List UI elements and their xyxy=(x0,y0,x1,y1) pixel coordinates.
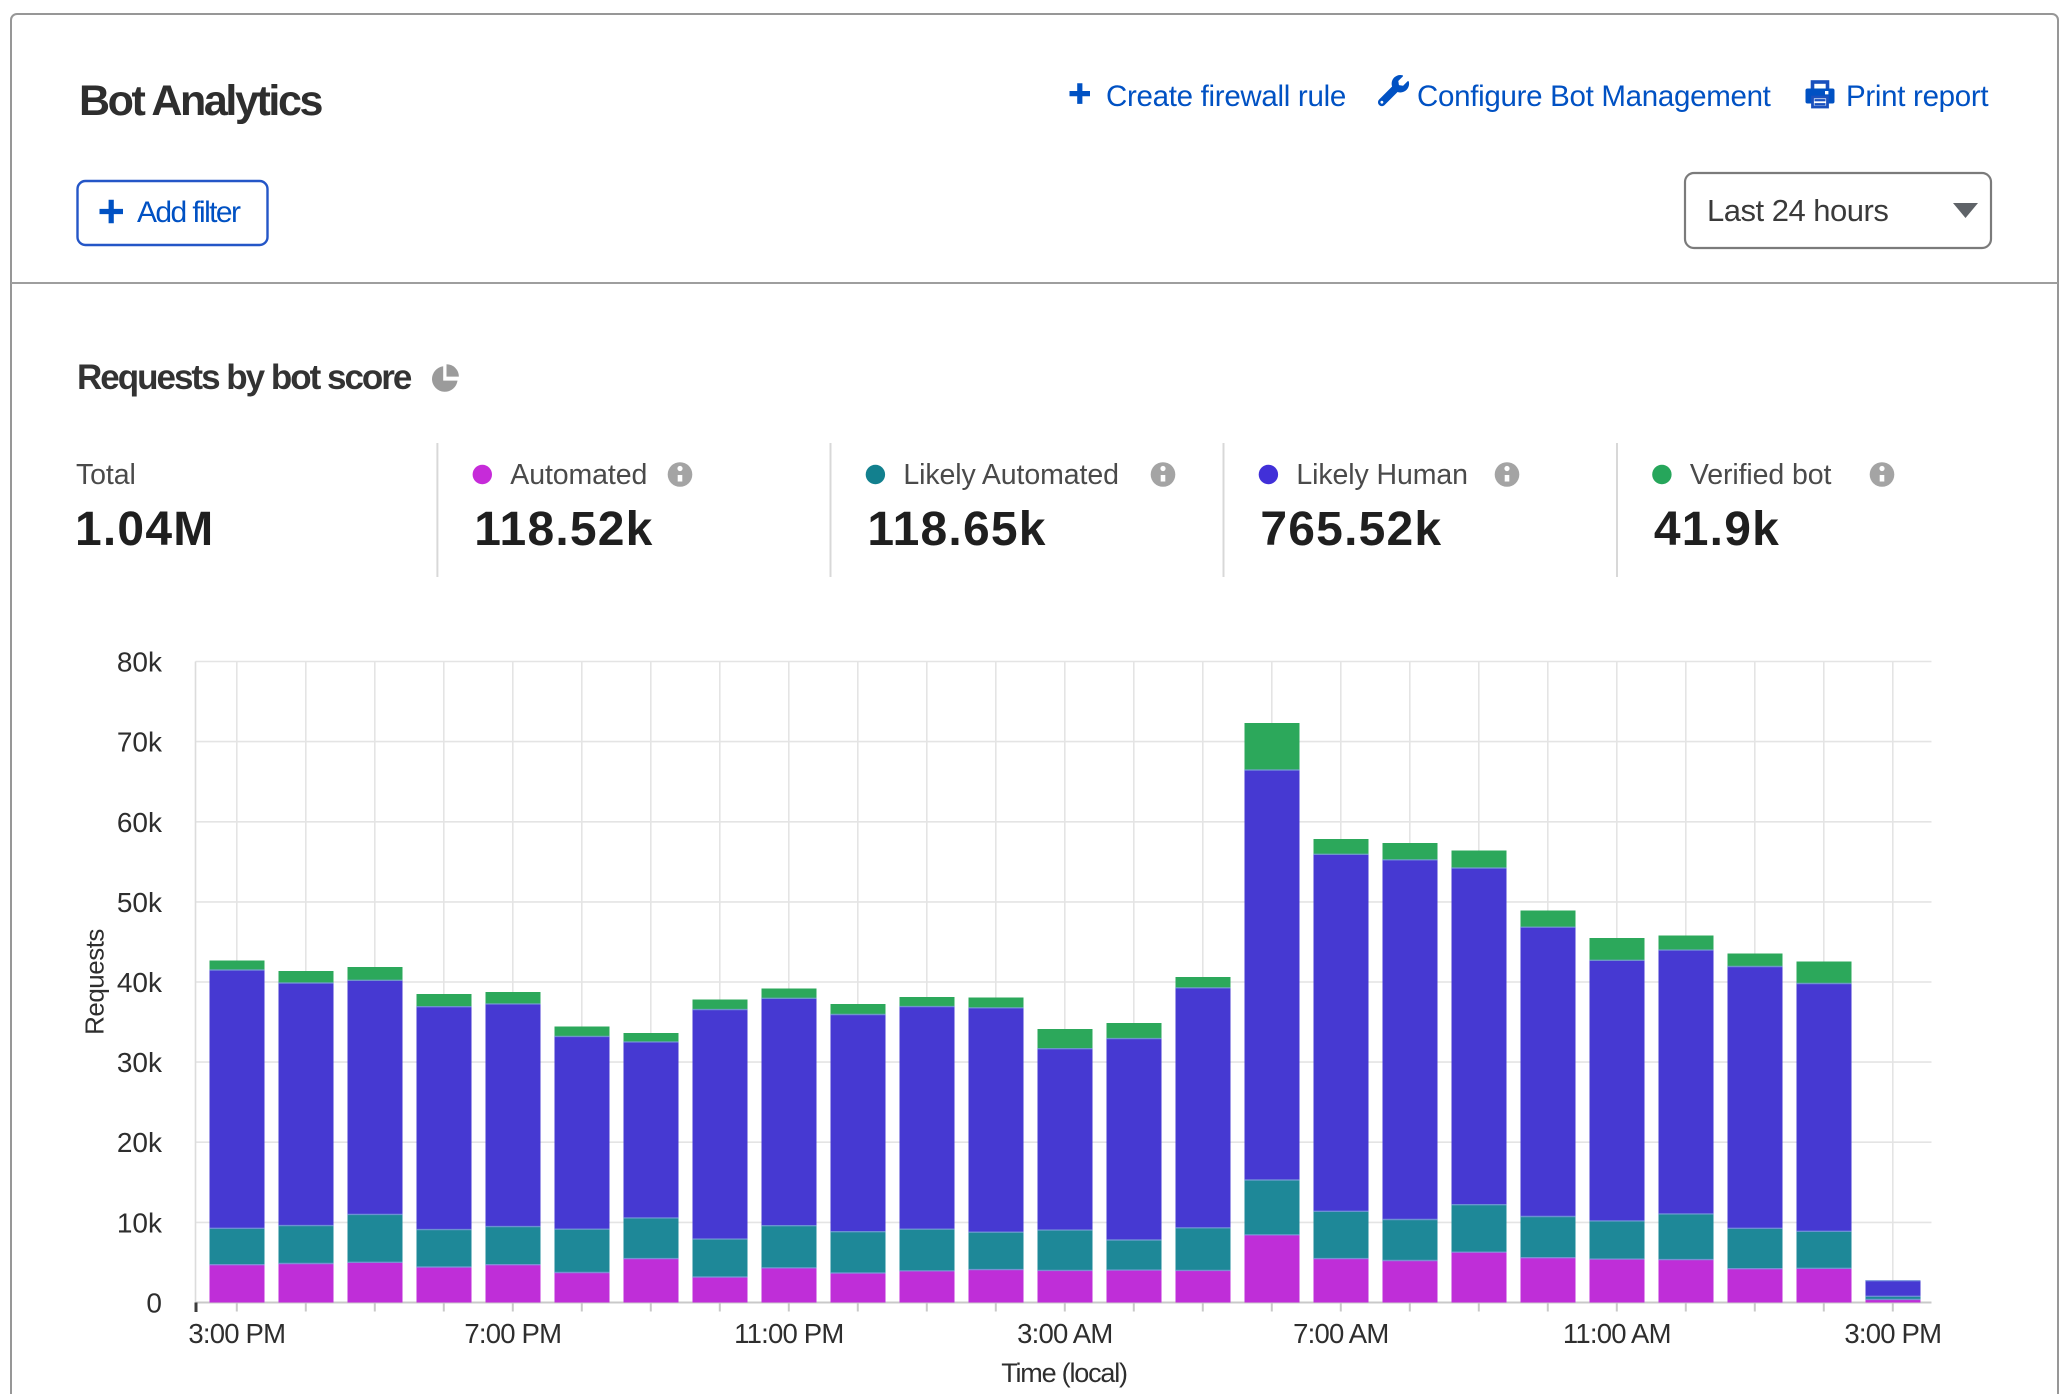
svg-text:Last 24 hours: Last 24 hours xyxy=(1707,193,1888,228)
svg-text:11:00 AM: 11:00 AM xyxy=(1563,1318,1671,1349)
svg-text:Verified bot: Verified bot xyxy=(1690,459,1832,491)
svg-text:Configure Bot Management: Configure Bot Management xyxy=(1417,80,1771,113)
svg-text:60k: 60k xyxy=(117,807,163,838)
svg-text:41.9k: 41.9k xyxy=(1654,503,1780,556)
svg-text:Create firewall rule: Create firewall rule xyxy=(1106,80,1346,113)
svg-text:Automated: Automated xyxy=(510,459,647,491)
svg-text:3:00 PM: 3:00 PM xyxy=(188,1318,285,1349)
svg-text:0: 0 xyxy=(146,1288,162,1319)
svg-text:765.52k: 765.52k xyxy=(1260,503,1442,556)
svg-text:30k: 30k xyxy=(117,1047,163,1078)
svg-text:Print report: Print report xyxy=(1846,80,1988,113)
svg-text:70k: 70k xyxy=(117,727,163,758)
svg-text:Requests: Requests xyxy=(80,929,110,1035)
svg-text:50k: 50k xyxy=(117,887,163,918)
svg-text:80k: 80k xyxy=(117,647,163,678)
svg-text:10k: 10k xyxy=(117,1207,163,1238)
svg-text:Add filter: Add filter xyxy=(137,196,241,229)
svg-text:Total: Total xyxy=(76,459,136,491)
svg-text:Bot Analytics: Bot Analytics xyxy=(79,77,322,125)
svg-text:118.65k: 118.65k xyxy=(867,503,1046,556)
svg-text:Likely Human: Likely Human xyxy=(1296,459,1467,491)
svg-text:7:00 AM: 7:00 AM xyxy=(1293,1318,1388,1349)
svg-text:7:00 PM: 7:00 PM xyxy=(464,1318,561,1349)
svg-text:Time (local): Time (local) xyxy=(1001,1358,1127,1388)
svg-text:Likely Automated: Likely Automated xyxy=(903,459,1118,491)
svg-text:40k: 40k xyxy=(117,967,163,998)
svg-text:3:00 AM: 3:00 AM xyxy=(1017,1318,1112,1349)
svg-text:Requests by bot score: Requests by bot score xyxy=(77,358,412,397)
svg-text:20k: 20k xyxy=(117,1127,163,1158)
svg-text:118.52k: 118.52k xyxy=(474,503,653,556)
svg-text:11:00 PM: 11:00 PM xyxy=(734,1318,843,1349)
svg-text:3:00 PM: 3:00 PM xyxy=(1844,1318,1941,1349)
svg-text:1.04M: 1.04M xyxy=(75,503,214,556)
